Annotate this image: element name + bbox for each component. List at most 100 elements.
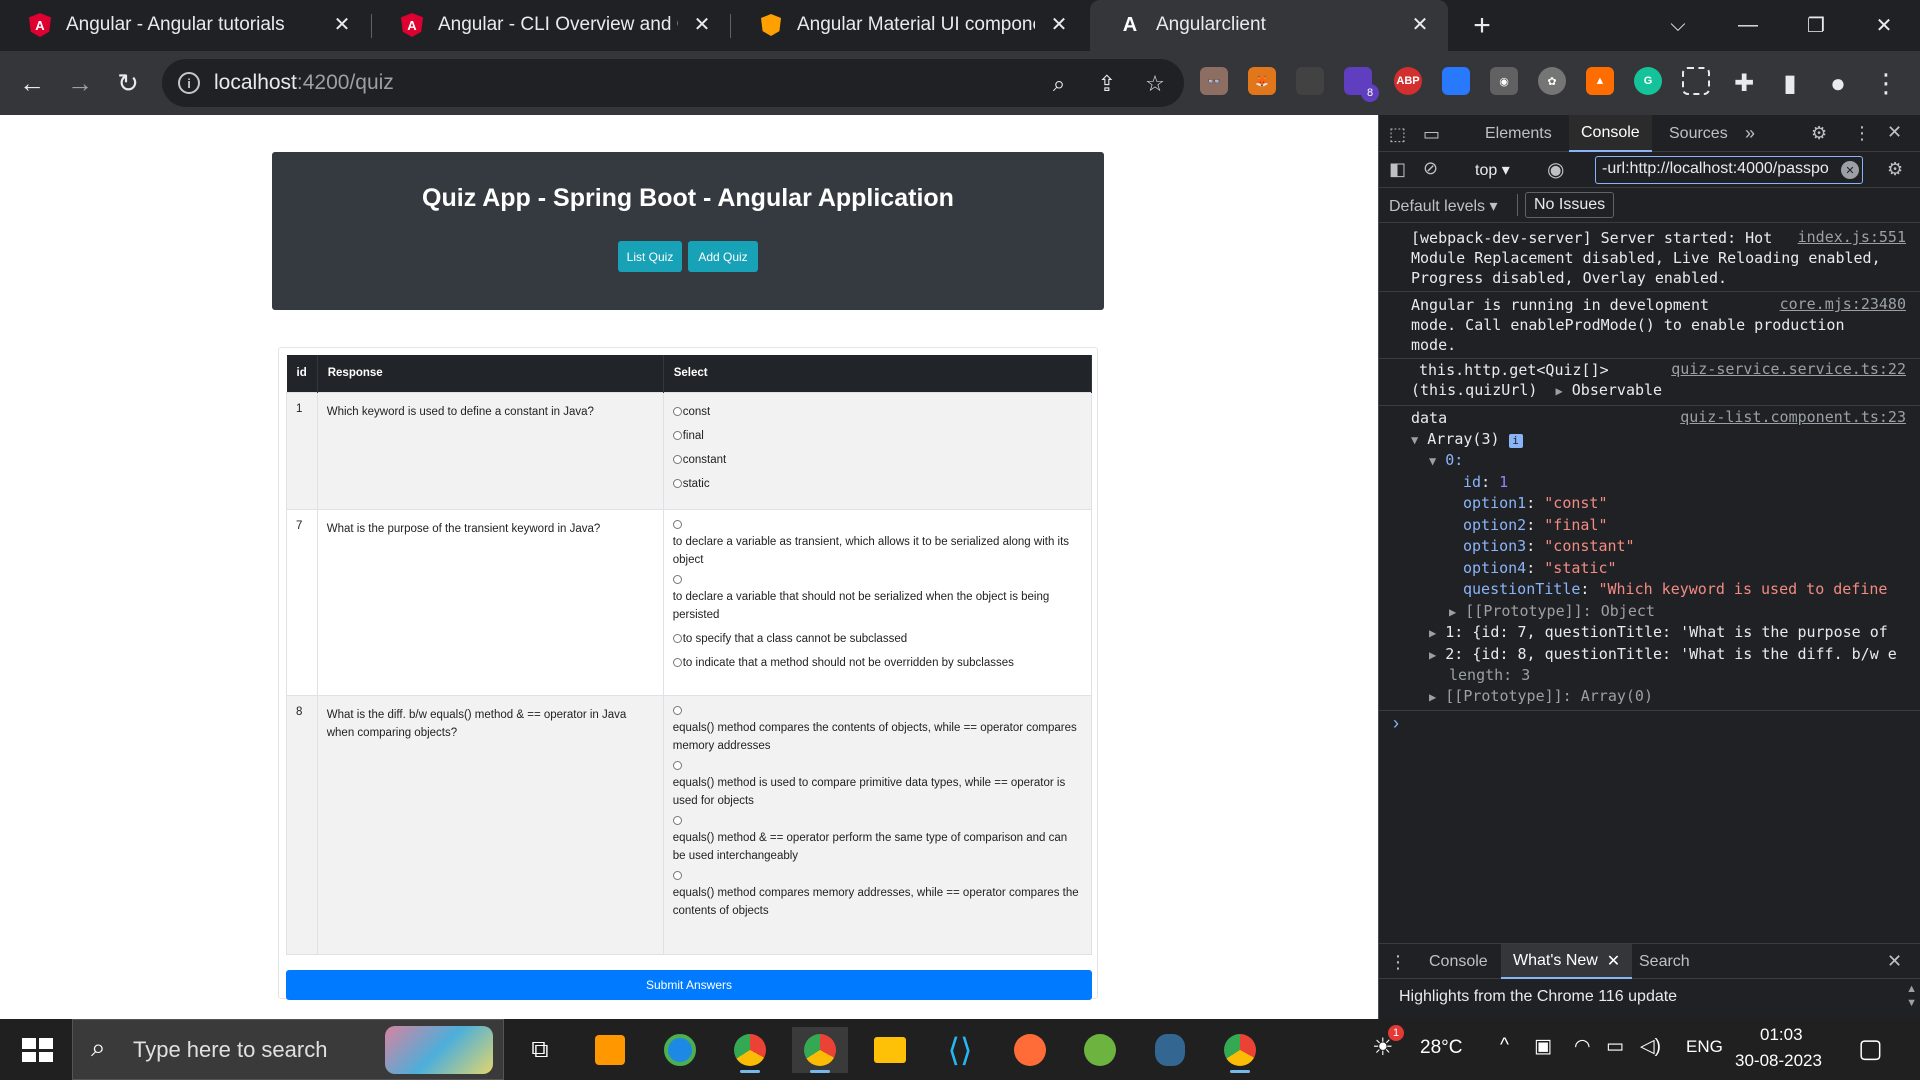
screenshot-icon[interactable] xyxy=(1682,67,1710,95)
console-prompt-icon[interactable]: › xyxy=(1393,713,1399,734)
context-select[interactable]: top ▾ xyxy=(1475,160,1510,180)
rocket-icon[interactable]: ▲ xyxy=(1586,67,1614,95)
array-item-2[interactable]: ▶ 2: {id: 8, questionTitle: 'What is the… xyxy=(1429,644,1920,665)
menu-icon[interactable]: ⋮ xyxy=(1868,65,1904,101)
tab-search-icon[interactable]: ⌵ xyxy=(1658,8,1698,42)
array-item-0[interactable]: ▼ 0: xyxy=(1429,450,1920,471)
device-toolbar-icon[interactable]: ▭ xyxy=(1423,124,1440,145)
option-radio[interactable]: static xyxy=(672,475,1082,493)
taskbar-search-box[interactable]: ⌕ Type here to search xyxy=(72,1019,504,1080)
expand-arrow-icon[interactable]: ▶ xyxy=(1429,648,1436,662)
browser-tab-3[interactable]: Angular Material UI component l ✕ xyxy=(731,0,1087,51)
option-radio[interactable]: equals() method compares memory addresse… xyxy=(672,870,1082,920)
zoom-icon[interactable]: ⌕ xyxy=(1044,69,1074,99)
option-radio[interactable]: equals() method & == operator perform th… xyxy=(672,815,1082,865)
address-bar[interactable]: i localhost:4200/quiz ⌕ ⇪ ☆ xyxy=(162,59,1184,107)
drawer-menu-icon[interactable]: ⋮ xyxy=(1389,952,1407,973)
minimize-icon[interactable]: — xyxy=(1728,8,1768,42)
prototype-node[interactable]: ▶ [[Prototype]]: Object xyxy=(1449,601,1920,622)
drawer-tab-whats-new[interactable]: What's New ✕ xyxy=(1501,944,1633,979)
show-hidden-icons-icon[interactable]: ^ xyxy=(1500,1035,1509,1057)
option-radio[interactable]: const xyxy=(672,403,1082,421)
tab-sources[interactable]: Sources xyxy=(1669,115,1728,152)
console-settings-icon[interactable]: ⚙ xyxy=(1887,159,1903,180)
close-icon[interactable]: ✕ xyxy=(688,10,716,38)
site-info-icon[interactable]: i xyxy=(178,72,200,94)
option-radio[interactable]: equals() method is used to compare primi… xyxy=(672,760,1082,810)
reload-icon[interactable]: ↻ xyxy=(110,65,146,101)
option-radio[interactable]: final xyxy=(672,427,1082,445)
close-icon[interactable]: ✕ xyxy=(1887,122,1902,143)
camera-icon[interactable]: ◉ xyxy=(1490,67,1518,95)
add-quiz-button[interactable]: Add Quiz xyxy=(688,241,758,272)
array-item-1[interactable]: ▶ 1: {id: 7, questionTitle: 'What is the… xyxy=(1429,622,1920,643)
tab-console[interactable]: Console xyxy=(1569,115,1652,152)
drawer-tab-search[interactable]: Search xyxy=(1639,944,1690,979)
window-close-icon[interactable]: ✕ xyxy=(1864,8,1904,42)
sidebar-toggle-icon[interactable]: ◧ xyxy=(1389,159,1406,180)
metamask-icon[interactable]: 🦊 xyxy=(1248,67,1276,95)
wappalyzer-icon[interactable] xyxy=(1442,67,1470,95)
inspect-element-icon[interactable]: ⬚ xyxy=(1389,124,1406,145)
source-link[interactable]: quiz-list.component.ts:23 xyxy=(1680,408,1906,426)
clear-console-icon[interactable]: ⊘ xyxy=(1423,158,1438,179)
wifi-icon[interactable]: ◠ xyxy=(1574,1035,1591,1058)
postgresql-icon[interactable] xyxy=(1142,1027,1198,1073)
option-radio[interactable]: to declare a variable that should not be… xyxy=(672,574,1082,624)
eye-icon[interactable]: ◉ xyxy=(1547,157,1564,182)
bookmark-star-icon[interactable]: ☆ xyxy=(1140,69,1170,99)
prototype-node[interactable]: ▶ [[Prototype]]: Array(0) xyxy=(1429,686,1920,707)
list-quiz-button[interactable]: List Quiz xyxy=(618,241,682,272)
tab-elements[interactable]: Elements xyxy=(1485,115,1552,152)
temperature[interactable]: 28°C xyxy=(1420,1037,1462,1059)
option-radio[interactable]: to indicate that a method should not be … xyxy=(672,654,1082,672)
clock-date[interactable]: 30-08-2023 xyxy=(1735,1051,1822,1071)
collapse-arrow-icon[interactable]: ▼ xyxy=(1411,433,1418,447)
expand-arrow-icon[interactable]: ▶ xyxy=(1556,384,1563,398)
notification-icon[interactable]: ▢ xyxy=(1858,1033,1883,1064)
vscode-icon[interactable]: ⟨⟩ xyxy=(932,1027,988,1073)
close-icon[interactable]: ✕ xyxy=(1045,10,1073,38)
scroll-arrows-icon[interactable]: ▲ ▼ xyxy=(1906,982,1917,1010)
more-tabs-icon[interactable]: » xyxy=(1745,123,1755,144)
glasses-icon[interactable]: 👓 xyxy=(1200,67,1228,95)
browser-tab-active[interactable]: A Angularclient ✕ xyxy=(1090,0,1448,51)
chrome-profile-icon[interactable] xyxy=(722,1027,778,1073)
bottle-icon[interactable] xyxy=(1296,67,1324,95)
close-icon[interactable]: ✕ xyxy=(328,10,356,38)
drawer-tab-console[interactable]: Console xyxy=(1429,944,1488,979)
restore-icon[interactable]: ❐ xyxy=(1796,8,1836,42)
back-icon[interactable]: ← xyxy=(14,65,50,101)
issues-button[interactable]: No Issues xyxy=(1525,192,1615,218)
array-node[interactable]: ▼ Array(3) i xyxy=(1411,429,1911,450)
expand-arrow-icon[interactable]: ▶ xyxy=(1429,690,1436,704)
language-indicator[interactable]: ENG xyxy=(1686,1037,1723,1057)
spring-tool-suite-icon[interactable] xyxy=(1072,1027,1128,1073)
forward-icon[interactable]: → xyxy=(62,65,98,101)
option-radio[interactable]: constant xyxy=(672,451,1082,469)
profile-icon[interactable]: ● xyxy=(1820,65,1856,101)
gear-icon[interactable]: ⚙ xyxy=(1811,123,1827,144)
console-filter-input[interactable]: -url:http://localhost:4000/passpo xyxy=(1595,156,1863,184)
sidepanel-icon[interactable]: ▮ xyxy=(1772,65,1808,101)
source-link[interactable]: quiz-service.service.ts:22 xyxy=(1671,360,1906,378)
submit-answers-button[interactable]: Submit Answers xyxy=(286,970,1092,1000)
battery-icon[interactable]: ▭ xyxy=(1606,1035,1624,1058)
option-radio[interactable]: equals() method compares the contents of… xyxy=(672,705,1082,755)
option-radio[interactable]: to declare a variable as transient, whic… xyxy=(672,519,1082,569)
chrome-k-profile-icon[interactable] xyxy=(1212,1027,1268,1073)
file-explorer-icon[interactable] xyxy=(862,1027,918,1073)
grammarly-icon[interactable]: G xyxy=(1634,67,1662,95)
close-icon[interactable]: ✕ xyxy=(1607,951,1620,971)
clock-time[interactable]: 01:03 xyxy=(1760,1025,1803,1045)
source-link[interactable]: index.js:551 xyxy=(1798,228,1906,246)
clear-filter-icon[interactable]: ✕ xyxy=(1841,161,1859,179)
close-drawer-icon[interactable]: ✕ xyxy=(1887,951,1902,972)
share-icon[interactable]: ⇪ xyxy=(1092,69,1122,99)
expand-arrow-icon[interactable]: ▶ xyxy=(1429,626,1436,640)
windows-start-button[interactable] xyxy=(14,1033,54,1067)
meet-now-icon[interactable]: ▣ xyxy=(1534,1035,1552,1058)
kebab-menu-icon[interactable]: ⋮ xyxy=(1853,123,1871,144)
postman-icon[interactable] xyxy=(1002,1027,1058,1073)
puzzle-icon[interactable]: ✚ xyxy=(1726,65,1762,101)
